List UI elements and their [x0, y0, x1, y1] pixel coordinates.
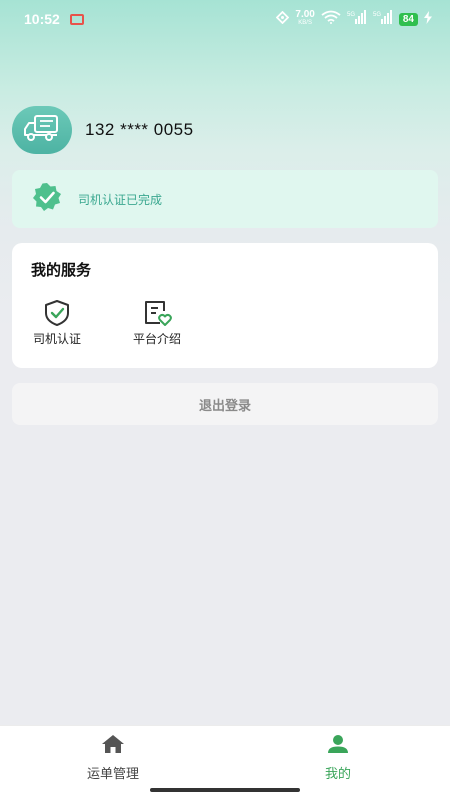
phone-number: 132 **** 0055	[85, 120, 194, 139]
battery-level: 84	[398, 12, 418, 26]
my-services-card: 我的服务 司机认证 平台介绍	[12, 243, 438, 368]
home-indicator[interactable]	[150, 788, 300, 792]
svg-text:5G: 5G	[373, 12, 381, 18]
services-title: 我的服务	[31, 261, 92, 279]
verified-badge-icon	[32, 182, 62, 216]
certification-status-text: 司机认证已完成	[78, 192, 163, 207]
location-icon	[276, 10, 290, 28]
notification-app-icon	[69, 13, 84, 25]
profile-header: 132 **** 0055	[12, 106, 194, 154]
status-bar: 10:52 7.00 KB/S 5G 5G 84	[0, 0, 450, 38]
logout-button[interactable]: 退出登录	[12, 383, 438, 425]
tab-waybill-management[interactable]: 运单管理	[63, 734, 163, 782]
platform-intro-icon	[142, 299, 172, 327]
signal-icon-sim1: 5G	[347, 10, 367, 28]
wifi-icon	[321, 10, 341, 28]
certification-status-card[interactable]: 司机认证已完成	[12, 170, 438, 228]
avatar[interactable]	[12, 106, 72, 154]
person-icon	[326, 734, 350, 758]
charging-icon	[424, 10, 432, 28]
tab-mine[interactable]: 我的	[288, 734, 388, 782]
svg-text:5G: 5G	[347, 12, 355, 18]
signal-icon-sim2: 5G	[373, 10, 393, 28]
network-speed-value: 7.00	[295, 9, 315, 20]
service-platform-intro[interactable]: 平台介绍	[133, 299, 181, 347]
truck-icon	[23, 113, 61, 147]
tab-label: 我的	[324, 767, 351, 782]
status-time: 10:52	[24, 11, 60, 27]
service-driver-certification[interactable]: 司机认证	[33, 299, 81, 347]
home-icon	[101, 734, 125, 758]
service-label: 平台介绍	[133, 332, 182, 346]
shield-check-icon	[42, 299, 72, 327]
network-speed: 7.00 KB/S	[295, 9, 315, 27]
service-label: 司机认证	[33, 332, 82, 346]
status-icons: 7.00 KB/S 5G 5G 84	[276, 10, 432, 28]
network-speed-unit: KB/S	[298, 20, 312, 26]
tab-label: 运单管理	[86, 767, 139, 782]
